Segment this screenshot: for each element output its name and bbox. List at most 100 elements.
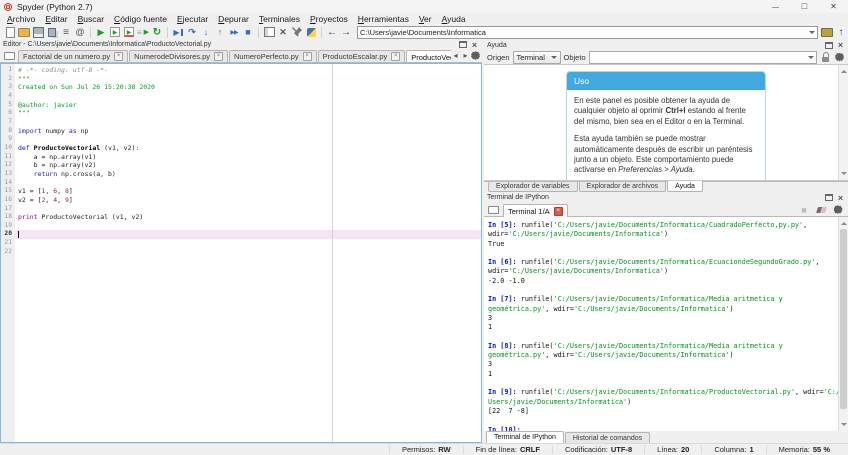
- dropdown-arrow-icon[interactable]: [809, 31, 815, 37]
- close-pane-icon[interactable]: [836, 41, 845, 50]
- step-into-icon[interactable]: [199, 25, 213, 39]
- code-line: 5@author: javier: [1, 101, 481, 110]
- menu-ejecutar[interactable]: Ejecutar: [172, 14, 213, 24]
- console-line: 3: [488, 360, 836, 369]
- help-scrollbar[interactable]: [838, 65, 848, 180]
- previous-tab-icon[interactable]: [451, 50, 460, 61]
- save-all-icon[interactable]: [45, 25, 59, 39]
- editor-tab[interactable]: ProductoVectorial.py*×: [406, 50, 451, 62]
- maximize-button[interactable]: [790, 0, 819, 13]
- run-cell-icon[interactable]: [108, 25, 122, 39]
- undock-icon[interactable]: [458, 40, 467, 49]
- panel-tab-explorador-de-archivos[interactable]: Explorador de archivos: [579, 182, 667, 192]
- layout-icon[interactable]: [262, 25, 276, 39]
- scroll-down-icon[interactable]: [841, 423, 847, 429]
- editor-tab[interactable]: ProductoEscalar.py×: [318, 50, 406, 62]
- scroll-down-icon[interactable]: [841, 172, 847, 178]
- menu-proyectos[interactable]: Proyectos: [305, 14, 353, 24]
- debug-icon[interactable]: [171, 25, 185, 39]
- menu-terminales[interactable]: Terminales: [254, 14, 305, 24]
- preferences-icon[interactable]: [290, 25, 304, 39]
- code-line: 17: [1, 205, 481, 214]
- continue-icon[interactable]: [227, 25, 241, 39]
- menu-depurar[interactable]: Depurar: [213, 14, 254, 24]
- undock-icon[interactable]: [824, 193, 833, 202]
- browse-console-icon[interactable]: [486, 203, 500, 217]
- lock-icon[interactable]: [820, 51, 831, 63]
- source-select[interactable]: Terminal: [513, 51, 561, 64]
- menu-herramientas[interactable]: Herramientas: [353, 14, 414, 24]
- code-line: 1# -*- coding: utf-8 -*-: [1, 66, 481, 75]
- status-item: Fin de línea:CRLF: [463, 445, 552, 454]
- scroll-up-icon[interactable]: [841, 219, 847, 225]
- forward-icon[interactable]: [339, 25, 353, 39]
- editor-tab[interactable]: NumerodeDivisores.py×: [129, 50, 228, 62]
- dropdown-arrow-icon: [808, 56, 814, 62]
- python-icon[interactable]: [304, 25, 318, 39]
- panel-tab-explorador-de-variables[interactable]: Explorador de variables: [488, 182, 578, 192]
- menu-editar[interactable]: Editar: [40, 14, 72, 24]
- scrollbar-thumb[interactable]: [840, 229, 847, 409]
- run-selection-icon[interactable]: [136, 25, 150, 39]
- menu-archivo[interactable]: Archivo: [2, 14, 40, 24]
- console-line: wdir='C:/Users/javie/Documents/Informati…: [488, 230, 836, 239]
- next-tab-icon[interactable]: [461, 50, 470, 61]
- console-tab[interactable]: Terminal 1/A ×: [503, 204, 568, 217]
- browse-tabs-icon[interactable]: [2, 49, 16, 63]
- close-pane-icon[interactable]: [470, 40, 479, 49]
- save-icon[interactable]: [31, 25, 45, 39]
- console-options-gear-icon[interactable]: [831, 203, 845, 217]
- editor-options-gear-icon[interactable]: [471, 50, 480, 61]
- panel-tab-historial-de-comandos[interactable]: Historial de comandos: [565, 432, 650, 443]
- maximize-pane-icon[interactable]: [276, 25, 290, 39]
- minimize-button[interactable]: [761, 0, 790, 13]
- console-line: In [8]: runfile('C:/Users/javie/Document…: [488, 342, 836, 351]
- help-options-gear-icon[interactable]: [834, 51, 845, 63]
- new-file-icon[interactable]: [3, 25, 17, 39]
- panel-tab-ayuda[interactable]: Ayuda: [667, 181, 703, 192]
- menu-ver[interactable]: Ver: [414, 14, 437, 24]
- console-pane-header: Terminal de IPython: [484, 192, 848, 203]
- menu-ayuda[interactable]: Ayuda: [437, 14, 471, 24]
- code-editor[interactable]: 1# -*- coding: utf-8 -*-2"""3Created on …: [0, 63, 482, 443]
- close-pane-icon[interactable]: [836, 193, 845, 202]
- close-tab-icon[interactable]: ×: [214, 52, 223, 61]
- menu-buscar[interactable]: Buscar: [73, 14, 109, 24]
- object-combobox[interactable]: [589, 51, 817, 64]
- step-over-icon[interactable]: [185, 25, 199, 39]
- parent-directory-icon[interactable]: [834, 25, 848, 39]
- step-out-icon[interactable]: [213, 25, 227, 39]
- working-directory-combobox[interactable]: C:\Users\javie\Documents\Informatica: [357, 26, 818, 39]
- close-tab-icon[interactable]: ×: [554, 207, 563, 216]
- close-tab-icon[interactable]: ×: [391, 52, 400, 61]
- browse-directory-icon[interactable]: [820, 25, 834, 39]
- rerun-icon[interactable]: [150, 25, 164, 39]
- panel-tab-terminal-de-ipython[interactable]: Terminal de IPython: [486, 431, 564, 443]
- undock-icon[interactable]: [824, 41, 833, 50]
- scroll-up-icon[interactable]: [841, 67, 847, 73]
- toolbar-separator: [90, 27, 91, 38]
- status-item: Línea:20: [644, 445, 701, 454]
- code-line: 2""": [1, 75, 481, 84]
- help-pane-header: Ayuda: [484, 40, 848, 50]
- close-tab-icon[interactable]: ×: [303, 52, 312, 61]
- symbol-finder-icon[interactable]: [73, 25, 87, 39]
- ipython-console[interactable]: In [5]: runfile('C:/Users/javie/Document…: [484, 217, 848, 431]
- file-switcher-icon[interactable]: [59, 25, 73, 39]
- status-bar: Permisos:RWFin de línea:CRLFCodificación…: [0, 443, 848, 455]
- run-icon[interactable]: [94, 25, 108, 39]
- stop-debug-icon[interactable]: [241, 25, 255, 39]
- status-item: Codificación:UTF-8: [552, 445, 644, 454]
- console-scrollbar[interactable]: [838, 217, 848, 431]
- editor-tab[interactable]: NumeroPerfecto.py×: [229, 50, 317, 62]
- open-file-icon[interactable]: [17, 25, 31, 39]
- interrupt-kernel-icon[interactable]: [797, 203, 811, 217]
- code-line: 22: [1, 248, 481, 257]
- run-cell-advance-icon[interactable]: [122, 25, 136, 39]
- menu-código-fuente[interactable]: Código fuente: [109, 14, 172, 24]
- editor-tab[interactable]: Factorial de un numero.py×: [18, 50, 128, 62]
- close-tab-icon[interactable]: ×: [114, 52, 123, 61]
- close-button[interactable]: [819, 0, 848, 13]
- clear-console-icon[interactable]: [814, 203, 828, 217]
- back-icon[interactable]: [325, 25, 339, 39]
